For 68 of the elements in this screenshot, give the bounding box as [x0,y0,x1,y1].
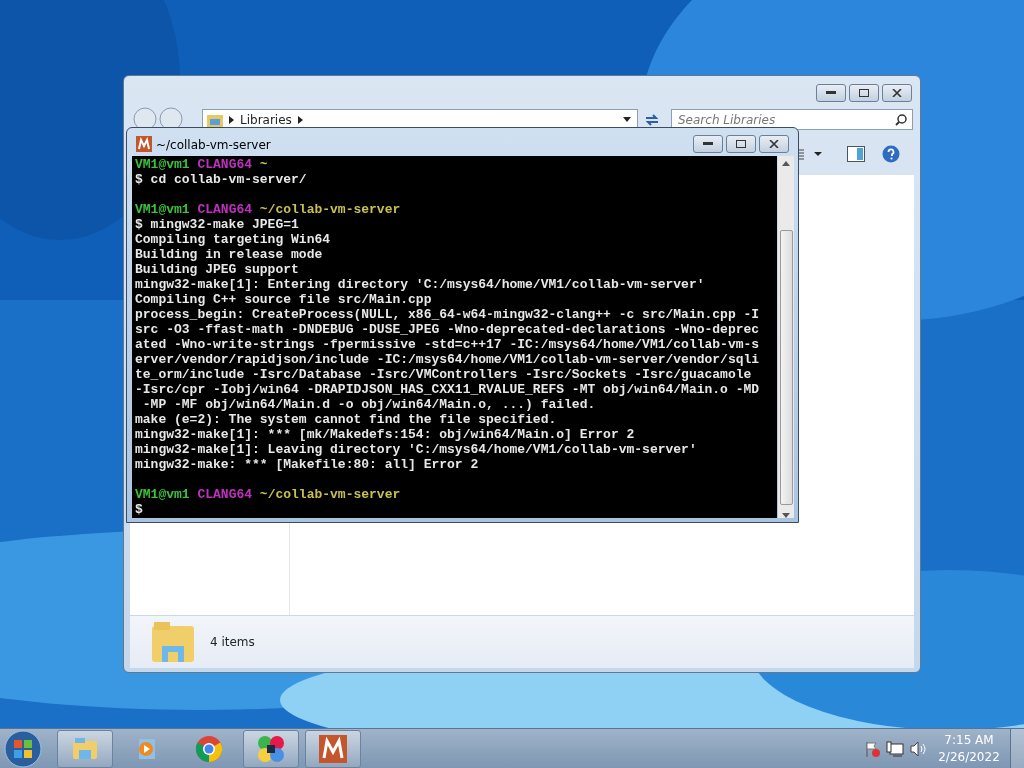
scroll-thumb[interactable] [779,229,793,506]
prompt-user: VM1@vm1 [135,157,190,172]
terminal-line: -Isrc/cpr -Iobj/win64 -DRAPIDJSON_HAS_CXX11_RVALUE_REFS -MT obj/win64/Main.o -MD [135,382,761,397]
help-icon[interactable] [882,145,900,163]
chrome-icon [195,734,223,763]
terminal-line: $ [135,502,144,517]
breadcrumb-arrow-icon[interactable] [229,115,234,124]
library-icon [207,112,223,127]
maximize-button[interactable] [849,84,879,102]
terminal-line: $ cd collab-vm-server/ [135,172,308,187]
terminal-line: mingw32-make[1]: Entering directory 'C:/msys64/home/VM1/collab-vm-server' [135,277,706,292]
minimize-icon [826,91,836,95]
folder-icon [150,620,196,664]
maximize-icon [859,89,869,97]
terminal-line: mingw32-make: *** [Makefile:80: all] Error 2 [135,457,480,472]
terminal-line: process_begin: CreateProcess(NULL, x86_64-w64-mingw32-clang++ -c src/Main.cpp -I [135,307,761,322]
terminal-line: mingw32-make[1]: *** [mk/Makedefs:154: obj/win64/Main.o] Error 2 [135,427,636,442]
minimize-icon [703,142,713,146]
start-button[interactable] [3,728,43,768]
msys-icon [319,734,347,763]
action-center-icon[interactable] [864,740,880,757]
breadcrumb-arrow-icon[interactable] [297,115,303,124]
show-desktop-button[interactable] [1010,728,1024,768]
close-button[interactable] [759,135,789,153]
prompt-path: ~/collab-vm-server [259,487,401,502]
terminal-line: -MP -MF obj/win64/Main.d -o obj/win64/Main.o, ...) failed. [141,397,597,412]
scroll-down-icon[interactable] [782,513,790,518]
minimize-button[interactable] [816,84,846,102]
network-icon[interactable] [886,740,904,757]
view-options-icon[interactable] [796,148,822,160]
terminal-line: ated -Wno-write-strings -fpermissive -std=c++17 -IC:/msys64/home/VM1/collab-vm-s [135,337,761,352]
prompt-user: VM1@vm1 [135,202,190,217]
preview-pane-icon[interactable] [847,146,865,162]
dropdown-icon[interactable] [623,117,631,122]
maximize-icon [736,140,746,148]
prompt-user: VM1@vm1 [135,487,190,502]
breadcrumb-item[interactable]: Libraries [240,110,292,129]
app-icon [136,136,152,152]
refresh-icon[interactable] [644,113,660,127]
prompt-environment: CLANG64 [197,157,253,172]
search-icon[interactable] [895,114,907,126]
prompt-environment: CLANG64 [197,202,253,217]
terminal-line: Building in release mode [135,247,324,262]
terminal-line: mingw32-make[1]: Leaving directory 'C:/msys64/home/VM1/collab-vm-server' [135,442,698,457]
prompt-environment: CLANG64 [197,487,253,502]
prompt-path: ~/collab-vm-server [259,202,401,217]
close-icon [769,140,779,148]
terminal-line: $ mingw32-make JPEG=1 [135,217,300,232]
terminal-line: src -O3 -ffast-math -DNDEBUG -DUSE_JPEG -Wno-deprecated-declarations -Wno-deprec [135,322,761,337]
terminal-line: te_orm/include -Isrc/Database -Isrc/VMControllers -Isrc/Sockets -Isrc/guacamole [135,367,753,382]
window-title: ~/collab-vm-server [156,137,271,154]
terminal-line: make (e=2): The system cannot find the file specified. [135,412,558,427]
item-count: 4 items [210,634,255,651]
pinwheel-icon [257,734,285,763]
terminal-line: Compiling C++ source file src/Main.cpp [135,292,433,307]
terminal-line: Compiling targeting Win64 [135,232,332,247]
scrollbar[interactable] [778,156,794,518]
taskbar-button[interactable] [243,729,299,768]
maximize-button[interactable] [726,135,756,153]
prompt-path: ~ [259,157,268,172]
speaker-icon[interactable] [910,740,928,757]
terminal-line: erver/vendor/rapidjson/include -IC:/msys64/home/VM1/collab-vm-server/vendor/sqli [135,352,761,367]
close-button[interactable] [882,84,912,102]
taskbar-button[interactable] [305,729,361,768]
terminal-line: Building JPEG support [135,262,300,277]
minimize-button[interactable] [693,135,723,153]
close-icon [892,89,902,97]
scroll-up-icon[interactable] [782,161,790,166]
